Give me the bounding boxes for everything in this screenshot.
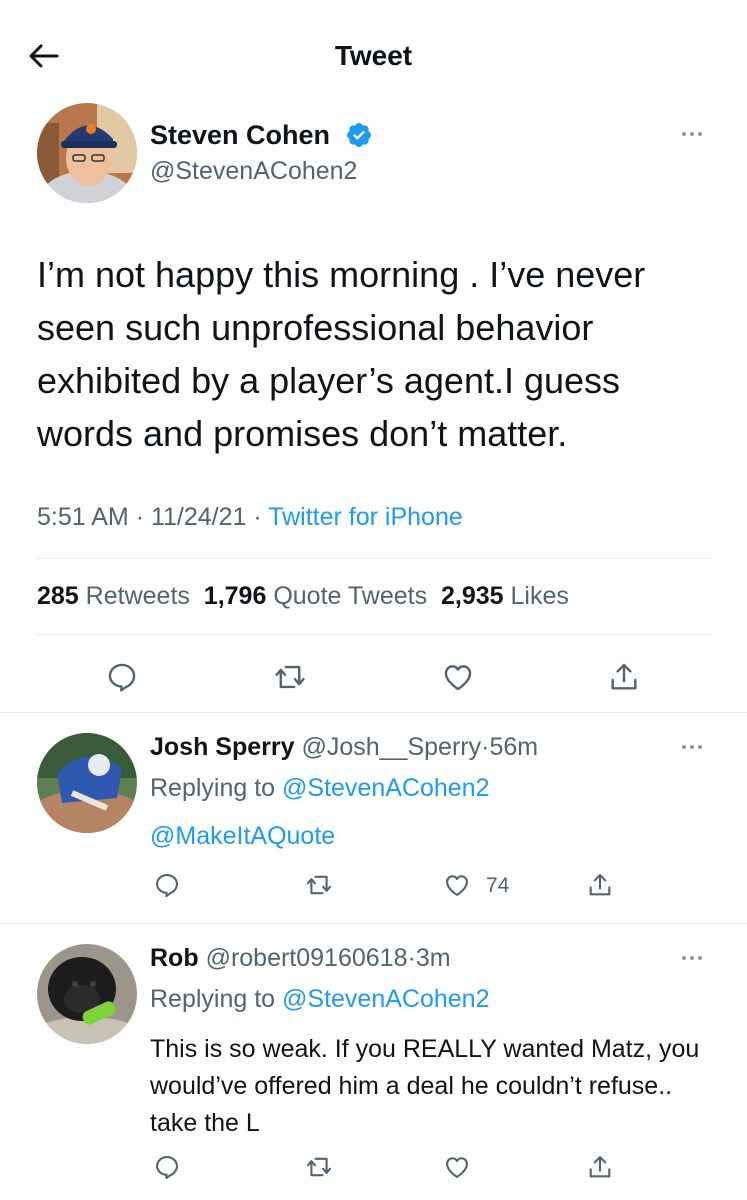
reply-text[interactable]: @MakeItAQuote xyxy=(150,822,335,851)
avatar[interactable] xyxy=(37,103,137,203)
reply-time[interactable]: 3m xyxy=(416,944,451,972)
tweet-text: I’m not happy this morning . I’ve never … xyxy=(37,254,646,454)
like-button[interactable] xyxy=(436,655,480,699)
replying-to-label: Replying to xyxy=(150,774,276,802)
like-button[interactable] xyxy=(440,1150,474,1184)
retweet-button[interactable] xyxy=(302,868,336,902)
reply-header: Josh Sperry @Josh__Sperry·56m xyxy=(150,733,538,762)
share-button[interactable] xyxy=(583,1150,617,1184)
like-count: 74 xyxy=(486,874,510,897)
meta-separator: · xyxy=(253,503,262,531)
reply-button[interactable] xyxy=(150,1150,184,1184)
share-icon xyxy=(589,874,611,896)
like-button[interactable] xyxy=(440,868,474,902)
divider xyxy=(0,712,747,713)
more-options-icon[interactable] xyxy=(682,956,702,960)
replying-to-link[interactable]: @StevenACohen2 xyxy=(282,774,489,802)
replying-to: Replying to @StevenACohen2 xyxy=(150,985,490,1014)
divider xyxy=(37,634,711,635)
page-title: Tweet xyxy=(334,40,413,71)
share-icon xyxy=(611,663,637,690)
likes-label: Likes xyxy=(510,582,569,610)
share-icon xyxy=(589,1156,611,1178)
verified-badge-icon xyxy=(347,123,371,147)
reply-avatar[interactable] xyxy=(37,733,137,833)
share-button[interactable] xyxy=(602,655,646,699)
retweet-icon xyxy=(306,1157,332,1177)
replying-to-link[interactable]: @StevenACohen2 xyxy=(282,985,489,1013)
tweet-date: 11/24/21 xyxy=(150,503,247,531)
heart-icon xyxy=(444,665,472,691)
quotes-count: 1,796 xyxy=(203,582,267,610)
retweet-icon xyxy=(275,665,305,689)
retweet-button[interactable] xyxy=(268,655,312,699)
tweet-source-link[interactable]: Twitter for iPhone xyxy=(268,503,463,531)
divider xyxy=(37,558,711,559)
retweets-stat[interactable]: 285 Retweets xyxy=(37,582,190,610)
tweet-meta: 5:51 AM · 11/24/21 · Twitter for iPhone xyxy=(37,503,463,532)
retweets-count: 285 xyxy=(37,582,79,610)
likes-stat[interactable]: 2,935 Likes xyxy=(441,582,569,610)
likes-count: 2,935 xyxy=(441,582,504,610)
replying-to: Replying to @StevenACohen2 xyxy=(150,774,490,803)
more-options-icon[interactable] xyxy=(682,745,702,749)
heart-icon xyxy=(446,1157,468,1178)
meta-separator: · xyxy=(407,944,416,972)
tweet-time: 5:51 AM xyxy=(37,503,129,531)
meta-separator: · xyxy=(135,503,145,531)
heart-icon xyxy=(446,875,468,896)
reply-avatar[interactable] xyxy=(37,944,137,1044)
reply-icon xyxy=(156,874,178,898)
reply-icon xyxy=(156,1156,178,1180)
retweet-button[interactable] xyxy=(302,1150,336,1184)
reply-button[interactable] xyxy=(100,655,144,699)
author-name[interactable]: Steven Cohen xyxy=(150,120,330,151)
replying-to-label: Replying to xyxy=(150,985,276,1013)
reply-author-handle[interactable]: @robert09160618 xyxy=(206,944,408,972)
author-handle[interactable]: @StevenACohen2 xyxy=(150,157,357,186)
reply-author-name[interactable]: Rob xyxy=(150,944,199,972)
reply-text: This is so weak. If you REALLY wanted Ma… xyxy=(150,1035,700,1137)
retweets-label: Retweets xyxy=(85,582,190,610)
reply-author-handle[interactable]: @Josh__Sperry xyxy=(301,733,481,761)
quotes-stat[interactable]: 1,796 Quote Tweets xyxy=(204,582,427,610)
reply-icon xyxy=(108,663,136,692)
divider xyxy=(0,923,747,924)
reply-button[interactable] xyxy=(150,868,184,902)
reply-time[interactable]: 56m xyxy=(489,733,538,761)
reply-header: Rob @robert09160618·3m xyxy=(150,944,451,973)
reply-author-name[interactable]: Josh Sperry xyxy=(150,733,295,761)
quotes-label: Quote Tweets xyxy=(273,582,428,610)
more-options-icon[interactable] xyxy=(682,132,702,136)
retweet-icon xyxy=(306,875,332,895)
share-button[interactable] xyxy=(583,868,617,902)
tweet-stats: 285 Retweets 1,796 Quote Tweets 2,935 Li… xyxy=(37,582,569,611)
